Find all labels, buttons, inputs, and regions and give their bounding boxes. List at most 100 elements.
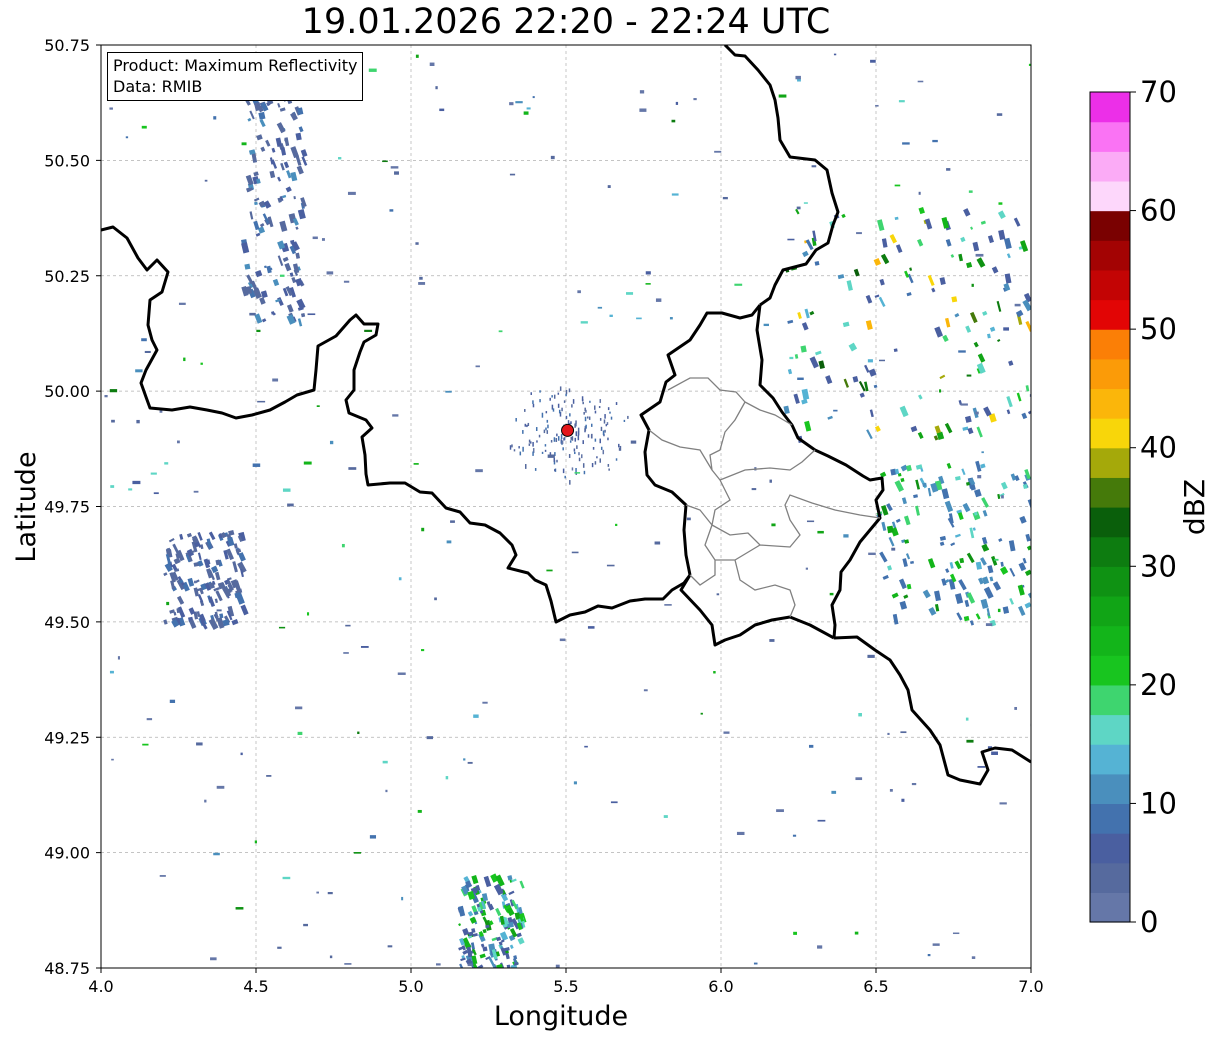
echo-cell [806,520,815,523]
echo-cell [216,785,225,789]
echo-cell [546,569,553,572]
echo-cell [952,932,960,935]
echo-cell [344,963,352,965]
colorbar-segment [1090,151,1130,182]
echo-cell [561,407,563,412]
echo-cell [467,963,473,967]
echo-cell [776,809,784,813]
echo-cell [833,53,837,56]
echo-cell [200,362,203,365]
echo-cell [110,485,115,488]
echo-cell [833,409,838,412]
colorbar-segment [1090,773,1130,805]
echo-cell [513,449,516,452]
echo-cell [183,357,186,362]
echo-cell [588,416,591,420]
echo-cell [389,209,394,212]
echo-cell [769,479,772,483]
echo-cell [216,609,222,612]
colorbar-segment [1090,121,1130,152]
echo-cell [327,891,333,895]
echo-cell [254,840,257,844]
echo-cell [594,438,597,442]
echo-cell [664,604,672,606]
echo-cell [627,415,629,419]
echo-cell [803,202,808,204]
echo-cell [559,386,562,391]
echo-cell [550,155,555,160]
product-text: Product: Maximum Reflectivity [113,56,358,75]
echo-cell [597,306,603,309]
x-tick-label: 4.5 [243,977,268,996]
echo-cell [387,945,393,948]
echo-cell [142,743,149,746]
colorbar-segment [1090,566,1130,597]
x-axis-label: Longitude [494,1001,628,1032]
echo-cell [546,419,549,423]
data-source-text: Data: RMIB [113,77,203,96]
echo-cell [582,401,584,405]
echo-cell [975,253,984,257]
echo-cell [855,777,863,781]
echo-cell [343,280,350,283]
echo-cell [582,463,585,468]
echo-cell [509,445,512,450]
echo-cell [831,790,837,794]
echo-cell [886,525,894,534]
echo-cell [522,446,524,452]
echo-cell [607,185,611,189]
echo-cell [104,394,108,398]
echo-cell [530,392,532,395]
echo-cell [272,378,279,382]
echo-cell [575,420,577,424]
colorbar-segment [1090,625,1130,656]
x-tick-label: 4.0 [88,977,113,996]
echo-cell [870,59,876,63]
x-tick-label: 7.0 [1018,977,1043,996]
echo-cell [927,954,931,957]
echo-cell [169,699,176,703]
echo-cell [545,411,548,414]
echo-cell [347,191,356,195]
echo-cell [975,411,979,415]
echo-cell [911,782,917,786]
echo-cell [394,171,399,175]
echo-cell [385,789,388,793]
colorbar-segment [1090,477,1130,508]
echo-cell [639,90,645,94]
echo-cell [555,438,558,442]
echo-cell [639,108,647,112]
echo-cell [213,852,220,856]
colorbar-segment [1090,388,1130,419]
echo-cell [498,330,503,333]
echo-cell [575,431,578,437]
colorbar-segment [1090,595,1130,627]
echo-cell [856,232,862,235]
echo-cell [994,558,999,561]
echo-cell [606,422,609,425]
echo-cell [436,963,441,966]
echo-cell [353,852,362,854]
echo-cell [574,423,576,428]
echo-cell [608,468,610,471]
echo-cell [204,179,208,182]
echo-cell [166,601,170,606]
echo-cell [582,440,584,445]
echo-cell [610,801,618,804]
echo-cell [556,459,558,463]
colorbar-segment [1090,536,1130,567]
echo-cell [544,449,547,452]
echo-cell [429,62,435,66]
echo-cell [875,104,879,107]
echo-cell [998,202,1003,205]
echo-cell [445,390,452,393]
echo-cell [655,298,662,302]
echo-cell [587,626,595,629]
echo-cell [602,430,605,436]
colorbar-segment [1090,180,1130,212]
echo-cell [898,100,905,103]
echo-cell [965,717,969,721]
echo-cell [714,150,722,153]
y-tick-label: 50.50 [44,151,90,170]
echo-cell [609,411,611,414]
